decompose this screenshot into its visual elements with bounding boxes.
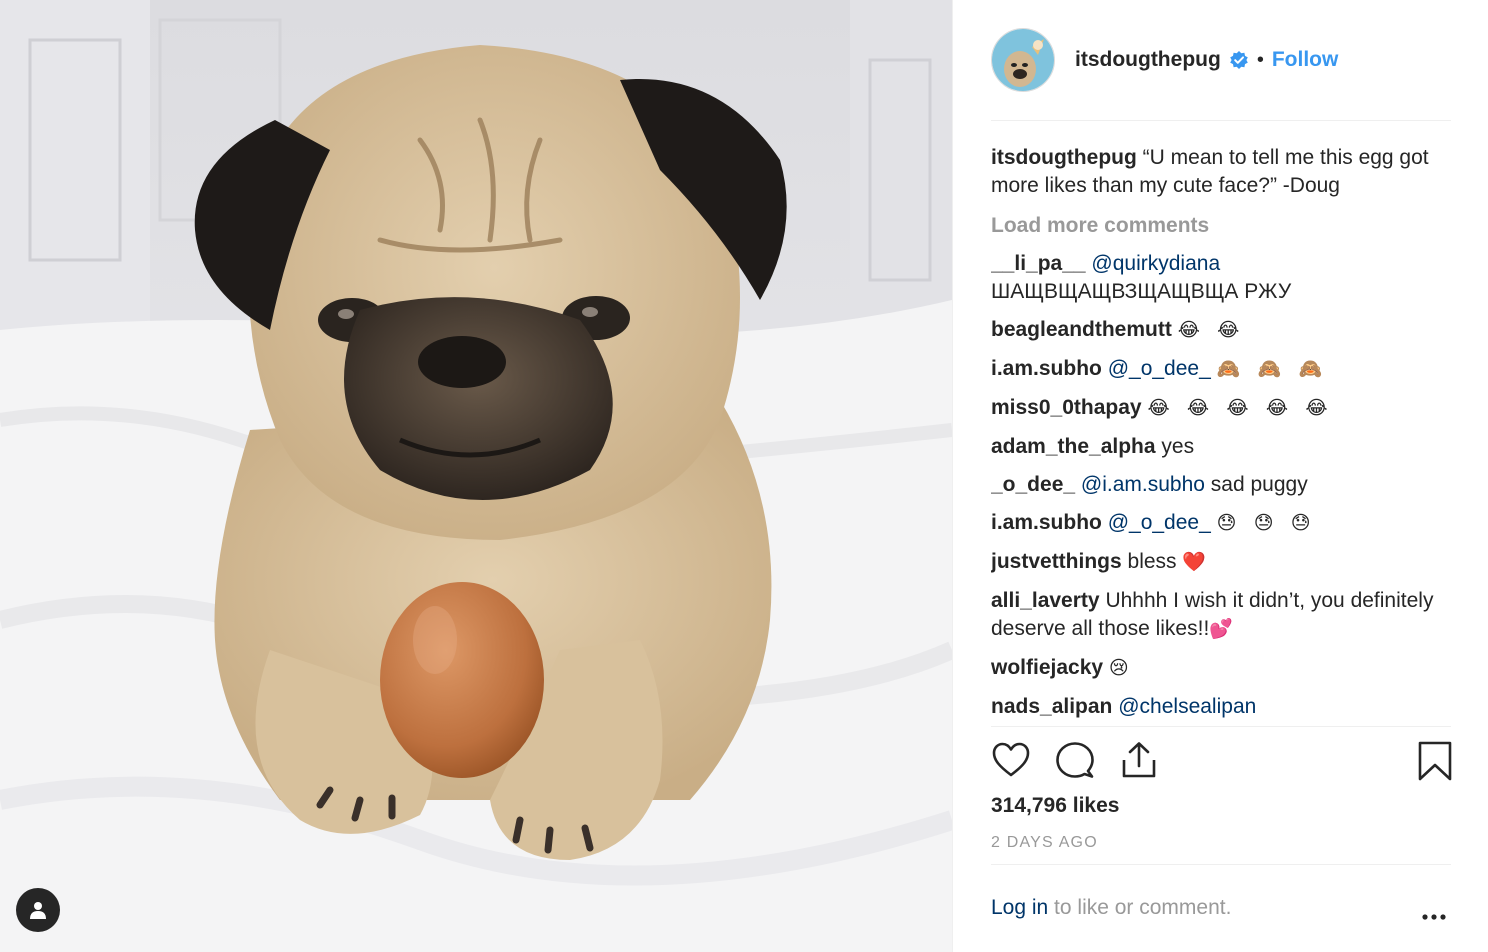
comment-item: beagleandthemutt 😂 😂 [991,316,1453,345]
post-timestamp[interactable]: 2 DAYS AGO [991,834,1098,852]
comment-mention[interactable]: @i.am.subho [1081,473,1205,496]
comment-emoji: 💕 [1209,619,1239,640]
comment-author[interactable]: miss0_0thapay [991,396,1142,419]
comment-author[interactable]: wolfiejacky [991,656,1103,679]
comment-text: bless [1127,550,1177,573]
user-tag-button[interactable] [16,888,60,932]
comment-item: justvetthings bless ❤️ [991,548,1453,577]
comment-item: adam_the_alpha yes [991,433,1453,461]
comment-author[interactable]: justvetthings [991,550,1122,573]
comment-item: miss0_0thapay 😂 😂 😂 😂 😂 [991,394,1453,423]
load-more-comments-button[interactable]: Load more comments [991,212,1453,240]
post-caption: itsdougthepug “U mean to tell me this eg… [991,144,1453,200]
comments-list[interactable]: itsdougthepug “U mean to tell me this eg… [991,144,1453,722]
comment-emoji: 😓 😓 😓 [1216,513,1317,534]
comment-mention[interactable]: @quirkydiana [1091,252,1220,275]
avatar-image [992,29,1054,91]
likes-count[interactable]: 314,796 likes [991,794,1119,818]
comment-author[interactable]: i.am.subho [991,511,1102,534]
verified-badge-icon [1229,50,1249,70]
ellipsis-icon[interactable] [1421,908,1447,926]
comments-divider [991,726,1451,727]
comment-mention[interactable]: @_o_dee_ [1108,511,1211,534]
comment-mention[interactable]: @_o_dee_ [1108,357,1211,380]
post-photo[interactable] [0,0,952,952]
comment-item: __li_pa__ @quirkydiana ШАЩВЩАЩВЗЩАЩВЩА Р… [991,250,1453,306]
caption-author[interactable]: itsdougthepug [991,146,1137,169]
heart-icon[interactable] [991,740,1031,785]
follow-button[interactable]: Follow [1272,48,1339,72]
comment-author[interactable]: adam_the_alpha [991,435,1156,458]
comment-item: i.am.subho @_o_dee_ 😓 😓 😓 [991,509,1453,538]
comment-item: nads_alipan @chelsealipan [991,693,1453,721]
login-prompt-text: to like or comment. [1048,896,1232,919]
comment-author[interactable]: alli_laverty [991,589,1100,612]
comment-author[interactable]: __li_pa__ [991,252,1086,275]
comment-item: _o_dee_ @i.am.subho sad puggy [991,471,1453,499]
comment-emoji: 🙈 🙈 🙈 [1216,359,1329,380]
comment-author[interactable]: beagleandthemutt [991,318,1172,341]
comment-emoji: 😢 [1108,658,1135,679]
comment-emoji: 😂 😂 😂 😂 😂 [1147,398,1334,419]
share-icon[interactable] [1119,740,1159,785]
footer-divider [991,864,1451,865]
comment-item: i.am.subho @_o_dee_ 🙈 🙈 🙈 [991,355,1453,384]
header-divider [991,120,1451,121]
comment-author[interactable]: _o_dee_ [991,473,1075,496]
comment-text: ШАЩВЩАЩВЗЩАЩВЩА РЖУ [991,280,1292,303]
login-link[interactable]: Log in [991,896,1048,919]
bookmark-icon[interactable] [1417,740,1453,787]
comment-author[interactable]: nads_alipan [991,695,1112,718]
pug-with-egg-photo [0,0,952,952]
post-side-panel: itsdougthepug • Follow itsdougthepug “U … [952,0,1488,952]
avatar[interactable] [991,28,1055,92]
separator-dot: • [1256,48,1264,71]
login-prompt: Log in to like or comment. [991,896,1231,920]
speech-bubble-icon[interactable] [1055,740,1095,785]
comment-emoji: 😂 😂 [1177,320,1246,341]
comment-item: alli_laverty Uhhhh I wish it didn’t, you… [991,587,1453,644]
comment-item: wolfiejacky 😢 [991,654,1453,683]
comment-author[interactable]: i.am.subho [991,357,1102,380]
post-author-username[interactable]: itsdougthepug [1075,48,1221,72]
person-icon [30,902,46,919]
comment-text: yes [1161,435,1195,458]
comment-text: sad puggy [1210,473,1308,496]
comment-emoji: ❤️ [1182,552,1213,573]
post-header: itsdougthepug • Follow [991,24,1451,96]
comment-mention[interactable]: @chelsealipan [1118,695,1256,718]
action-bar [991,740,1453,784]
